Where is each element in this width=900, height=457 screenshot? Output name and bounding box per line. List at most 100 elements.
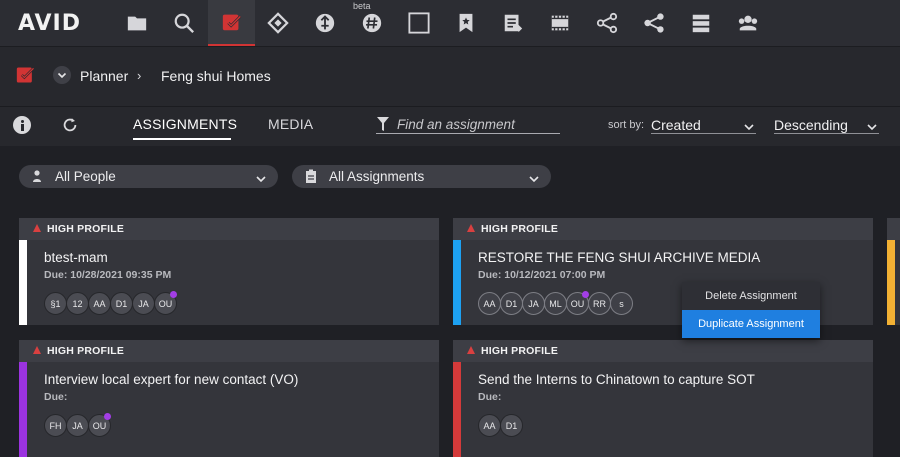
status-dot	[582, 291, 589, 298]
bookmark-icon[interactable]	[443, 0, 489, 46]
sort-field-underline	[651, 133, 756, 134]
card-header: HIGH PROFILE	[19, 340, 439, 362]
chevron-right-icon: ›	[137, 68, 142, 83]
breadcrumb-bar	[0, 46, 900, 106]
avid-logo: AVID	[18, 11, 82, 36]
server-icon[interactable]	[678, 0, 724, 46]
refresh-icon[interactable]	[60, 116, 80, 134]
assignment-card[interactable]: HIGH PROFILE Interview local expert for …	[19, 340, 439, 457]
status-dot	[170, 291, 177, 298]
assignment-card[interactable]: HIGH PROFILE btest-mam Due: 10/28/2021 0…	[19, 218, 439, 325]
avatar-initials: OU	[158, 298, 173, 309]
planner-icon[interactable]	[208, 0, 255, 46]
notes-icon[interactable]	[490, 0, 536, 46]
avatar-initials: OU	[570, 298, 585, 309]
assignment-title: RESTORE THE FENG SHUI ARCHIVE MEDIA	[478, 250, 761, 265]
pipeline-icon[interactable]	[302, 0, 348, 46]
delete-assignment-menu-item[interactable]: Delete Assignment	[682, 282, 820, 310]
assignments-filter-value: All Assignments	[329, 169, 425, 184]
chevron-down-icon	[866, 119, 878, 131]
sort-order-underline	[774, 133, 879, 134]
info-icon[interactable]	[13, 116, 31, 134]
tab-active-indicator	[133, 138, 231, 140]
search-input[interactable]: Find an assignment	[397, 117, 515, 132]
chevron-down-icon	[743, 119, 755, 131]
avatar[interactable]: 12	[66, 292, 89, 315]
assignment-due: Due: 10/28/2021 09:35 PM	[44, 269, 172, 281]
assignment-card[interactable]: HIGH PROFILE Send the Interns to Chinato…	[453, 340, 873, 457]
assignee-avatars: FH JA OU	[44, 413, 111, 437]
high-profile-badge: HIGH PROFILE	[481, 345, 559, 357]
avatar[interactable]: JA	[522, 292, 545, 315]
chevron-down-icon	[255, 171, 267, 183]
assignee-avatars: AA D1 JA ML OU RR s	[478, 291, 633, 315]
film-icon[interactable]	[537, 0, 583, 46]
square-icon[interactable]	[396, 0, 442, 46]
avatar-initials: OU	[92, 420, 107, 431]
avatar[interactable]: FH	[44, 414, 67, 437]
connect-icon[interactable]	[255, 0, 301, 46]
breadcrumb-current: Feng shui Homes	[161, 68, 271, 84]
assignment-due: Due: 10/12/2021 07:00 PM	[478, 269, 606, 281]
users-icon[interactable]	[725, 0, 771, 46]
avatar-with-status[interactable]: OU	[154, 291, 177, 315]
avatar[interactable]: D1	[500, 292, 523, 315]
avatar-with-status[interactable]: OU	[566, 291, 589, 315]
duplicate-assignment-menu-item[interactable]: Duplicate Assignment	[682, 310, 820, 338]
sort-order-select[interactable]: Descending	[774, 117, 848, 133]
top-toolbar: AVID beta	[0, 0, 900, 46]
alert-triangle-icon	[467, 346, 475, 354]
alert-triangle-icon	[33, 346, 41, 354]
planner-app-icon	[15, 65, 37, 85]
card-context-menu: Delete Assignment Duplicate Assignment	[682, 282, 820, 338]
card-header: HIGH PROFILE	[453, 340, 873, 362]
assignment-card-partial[interactable]	[887, 218, 900, 325]
avatar[interactable]: D1	[500, 414, 523, 437]
tab-assignments[interactable]: ASSIGNMENTS	[133, 116, 237, 132]
card-header	[887, 218, 900, 240]
share-icon[interactable]	[631, 0, 677, 46]
people-filter-value: All People	[55, 169, 116, 184]
breadcrumb-root[interactable]: Planner	[80, 68, 128, 84]
alert-triangle-icon	[33, 224, 41, 232]
folder-icon[interactable]	[114, 0, 160, 46]
avatar[interactable]: §1	[44, 292, 67, 315]
card-header: HIGH PROFILE	[19, 218, 439, 240]
clipboard-icon	[305, 169, 318, 184]
chevron-down-icon	[528, 171, 540, 183]
high-profile-badge: HIGH PROFILE	[481, 223, 559, 235]
assignment-title: Interview local expert for new contact (…	[44, 372, 299, 387]
avatar[interactable]: RR	[588, 292, 611, 315]
sort-field-select[interactable]: Created	[651, 117, 701, 133]
search-underline	[376, 133, 560, 134]
high-profile-badge: HIGH PROFILE	[47, 223, 125, 235]
avatar-with-status[interactable]: OU	[88, 413, 111, 437]
avatar[interactable]: JA	[66, 414, 89, 437]
share-node-icon[interactable]	[584, 0, 630, 46]
avatar[interactable]: AA	[88, 292, 111, 315]
high-profile-badge: HIGH PROFILE	[47, 345, 125, 357]
status-stripe	[19, 362, 27, 457]
breadcrumb-dropdown-button[interactable]	[53, 66, 71, 84]
avatar[interactable]: JA	[132, 292, 155, 315]
assignment-title: Send the Interns to Chinatown to capture…	[478, 372, 755, 387]
avatar[interactable]: D1	[110, 292, 133, 315]
search-icon[interactable]	[161, 0, 207, 46]
sort-by-label: sort by:	[608, 119, 645, 131]
assignee-avatars: AA D1	[478, 414, 523, 437]
person-icon	[32, 170, 42, 183]
avatar[interactable]: AA	[478, 292, 501, 315]
avatar[interactable]: s	[610, 292, 633, 315]
filter-funnel-icon	[376, 116, 390, 132]
tab-media[interactable]: MEDIA	[268, 116, 313, 132]
assignment-due: Due:	[44, 391, 68, 403]
avatar[interactable]: ML	[544, 292, 567, 315]
chevron-down-icon	[57, 72, 67, 79]
status-dot	[104, 413, 111, 420]
status-stripe	[887, 240, 895, 325]
avatar[interactable]: AA	[478, 414, 501, 437]
assignment-due: Due:	[478, 391, 502, 403]
alert-triangle-icon	[467, 224, 475, 232]
assignee-avatars: §1 12 AA D1 JA OU	[44, 291, 177, 315]
hashtag-icon[interactable]	[349, 0, 395, 46]
